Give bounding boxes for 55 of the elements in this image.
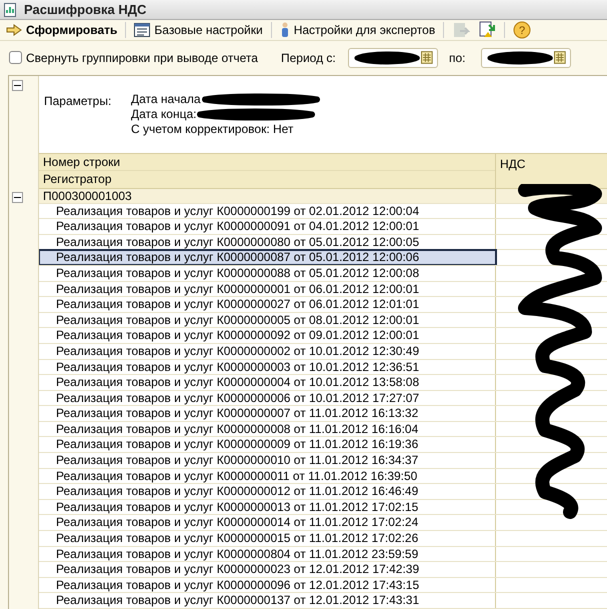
calendar-icon[interactable]: [421, 51, 433, 64]
column-header: НДС: [499, 156, 526, 173]
table-row[interactable]: Реализация товаров и услуг К0000000013 от 11.01.2012 17:02:15: [39, 500, 496, 514]
person-icon: [280, 22, 290, 38]
parameter-text: Дата конца:: [131, 106, 196, 122]
collapse-button[interactable]: [12, 80, 23, 91]
table-row[interactable]: Реализация товаров и услуг К0000000137 от 12.01.2012 17:43:31: [39, 593, 496, 608]
table-row[interactable]: Реализация товаров и услуг К0000000096 от 12.01.2012 17:43:15: [39, 578, 496, 592]
date-field[interactable]: [481, 48, 571, 68]
period-from-label: Период с:: [281, 50, 337, 67]
date-field[interactable]: [348, 48, 438, 68]
table-row[interactable]: Реализация товаров и услуг К0000000199 от 02.01.2012 12:00:04: [39, 204, 496, 218]
table-row[interactable]: Реализация товаров и услуг К0000000091 от 04.01.2012 12:00:01: [39, 219, 496, 234]
parameters-label: Параметры:: [44, 92, 112, 110]
column-header: Регистратор: [42, 171, 113, 188]
calendar-icon[interactable]: [554, 51, 566, 64]
table-row[interactable]: Реализация товаров и услуг К0000000804 от 11.01.2012 23:59:59: [39, 546, 496, 562]
checkbox-label: Свернуть группировки при выводе отчета: [26, 50, 258, 67]
table-row[interactable]: Реализация товаров и услуг К0000000010 от 11.01.2012 16:34:37: [39, 453, 496, 468]
generate-button[interactable]: Сформировать: [4, 20, 120, 40]
table-row[interactable]: Реализация товаров и услуг К0000000008 от 11.01.2012 16:16:04: [39, 422, 496, 436]
parameter-text: С учетом корректировок: Нет: [131, 122, 294, 137]
table-row[interactable]: Реализация товаров и услуг К0000000009 от 11.01.2012 16:19:36: [39, 437, 496, 452]
redaction-scribble: [353, 50, 422, 65]
table-row[interactable]: Реализация товаров и услуг К0000000088 от 05.01.2012 12:00:08: [39, 266, 496, 281]
table-row[interactable]: Реализация товаров и услуг К0000000007 от 11.01.2012 16:13:32: [39, 406, 496, 421]
window-title: Расшифровка НДС: [24, 0, 146, 19]
help-icon[interactable]: ?: [513, 21, 532, 39]
table-row[interactable]: Реализация товаров и услуг К0000000002 от 10.01.2012 12:30:49: [39, 344, 496, 358]
table-row[interactable]: Реализация товаров и услуг К0000000004 от 10.01.2012 13:58:08: [39, 375, 496, 390]
table-row[interactable]: Реализация товаров и услуг К0000000023 от 12.01.2012 17:42:39: [39, 562, 496, 577]
table-icon: [134, 23, 150, 37]
document-arrow-icon[interactable]: [478, 21, 496, 39]
settings-button[interactable]: Настройки для экспертов: [278, 20, 438, 40]
redaction-scribble: [486, 50, 554, 65]
report-icon: [4, 2, 16, 16]
table-row[interactable]: Реализация товаров и услуг К0000000087 от 05.01.2012 12:00:06: [39, 250, 496, 265]
arrow-icon: [6, 24, 22, 36]
table-row[interactable]: Реализация товаров и услуг К0000000005 от 08.01.2012 12:00:01: [39, 312, 496, 328]
table-row[interactable]: Реализация товаров и услуг К0000000011 от 11.01.2012 16:39:50: [39, 468, 496, 484]
table-row[interactable]: Реализация товаров и услуг К0000000001 от 06.01.2012 12:00:01: [39, 282, 496, 296]
collapse-button[interactable]: [12, 192, 23, 203]
checkbox[interactable]: [9, 51, 22, 64]
table-row[interactable]: Реализация товаров и услуг К0000000003 от 10.01.2012 12:36:51: [39, 360, 496, 374]
table-row[interactable]: Реализация товаров и услуг К0000000014 от 11.01.2012 17:02:24: [39, 515, 496, 530]
table-row[interactable]: Реализация товаров и услуг К0000000027 от 06.01.2012 12:01:01: [39, 297, 496, 312]
column-header: Номер строки: [39, 154, 495, 171]
group-row-label: П000300001003: [39, 188, 496, 203]
parameter-text: Дата начала: [131, 92, 201, 107]
period-to-label: по:: [449, 50, 467, 67]
table-row[interactable]: Реализация товаров и услуг К0000000092 от 09.01.2012 12:00:01: [39, 328, 496, 343]
settings-button[interactable]: Базовые настройки: [132, 20, 265, 40]
table-row[interactable]: Реализация товаров и услуг К0000000015 от 11.01.2012 17:02:26: [39, 531, 496, 546]
table-row[interactable]: Реализация товаров и услуг К0000000012 от 11.01.2012 16:46:49: [39, 484, 496, 499]
table-row[interactable]: Реализация товаров и услуг К0000000006 от 10.01.2012 17:27:07: [39, 390, 496, 406]
